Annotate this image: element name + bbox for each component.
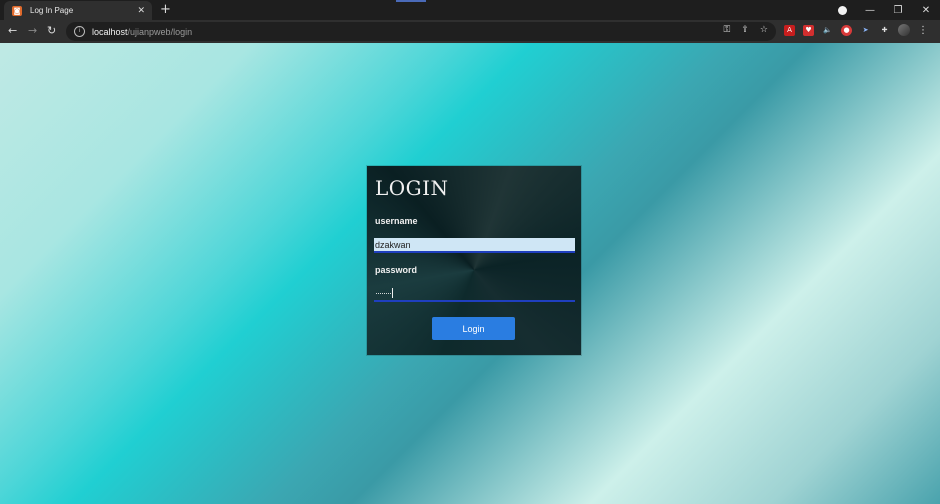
profile-avatar[interactable] <box>898 24 910 36</box>
key-icon[interactable]: ⚿ <box>724 25 731 35</box>
login-card: LOGIN username password ········ Login <box>367 166 581 355</box>
password-label: password <box>375 265 418 275</box>
omnibox-actions: ⚿ ⇪ ☆ <box>724 25 768 35</box>
username-label: username <box>375 216 418 226</box>
login-title: LOGIN <box>375 176 449 200</box>
page-viewport: LOGIN username password ········ Login <box>0 43 940 504</box>
new-tab-icon[interactable]: + <box>160 2 171 17</box>
close-window-icon[interactable]: ✕ <box>912 5 940 16</box>
restore-icon[interactable]: ❐ <box>884 5 912 16</box>
password-mask: ········ <box>375 288 392 298</box>
password-input[interactable]: ········ <box>374 286 575 302</box>
menu-icon[interactable]: ⋮ <box>918 25 928 36</box>
text-caret <box>391 288 393 298</box>
speaker-icon[interactable]: 🔈 <box>822 25 833 36</box>
extensions-bar: A ♥ 🔈 ● ➤ ✚ ⋮ <box>784 24 928 36</box>
window-controls: — ❐ ✕ <box>856 0 940 20</box>
star-icon[interactable]: ☆ <box>760 25 768 35</box>
site-info-icon[interactable]: i <box>74 26 85 37</box>
tab-login-page[interactable]: ◙ Log In Page ✕ <box>4 1 152 20</box>
xampp-icon: ◙ <box>12 5 22 16</box>
browser-toolbar: ← → ↻ i localhost/ujianpweb/login ⚿ ⇪ ☆ … <box>0 20 940 43</box>
record-icon[interactable] <box>838 6 847 15</box>
url-path: /ujianpweb/login <box>127 26 193 37</box>
tab-title: Log In Page <box>30 6 74 15</box>
puzzle-icon[interactable]: ✚ <box>879 25 890 36</box>
reload-icon[interactable]: ↻ <box>47 24 56 37</box>
drag-region-indicator <box>396 0 426 2</box>
cursor-extension-icon[interactable]: ➤ <box>860 25 871 36</box>
url-host: localhost <box>92 26 128 37</box>
address-bar[interactable]: i localhost/ujianpweb/login ⚿ ⇪ ☆ <box>66 22 776 41</box>
tab-strip: ◙ Log In Page ✕ + — ❐ ✕ <box>0 0 940 20</box>
pdf-extension-icon[interactable]: A <box>784 24 795 36</box>
adblock-extension-icon[interactable]: ● <box>841 24 852 36</box>
close-tab-icon[interactable]: ✕ <box>137 6 145 16</box>
share-icon[interactable]: ⇪ <box>741 25 749 35</box>
back-icon[interactable]: ← <box>8 24 17 37</box>
minimize-icon[interactable]: — <box>856 5 884 16</box>
login-button[interactable]: Login <box>432 317 515 340</box>
pocket-extension-icon[interactable]: ♥ <box>803 24 814 36</box>
username-input[interactable] <box>374 238 575 253</box>
forward-icon[interactable]: → <box>28 24 37 37</box>
